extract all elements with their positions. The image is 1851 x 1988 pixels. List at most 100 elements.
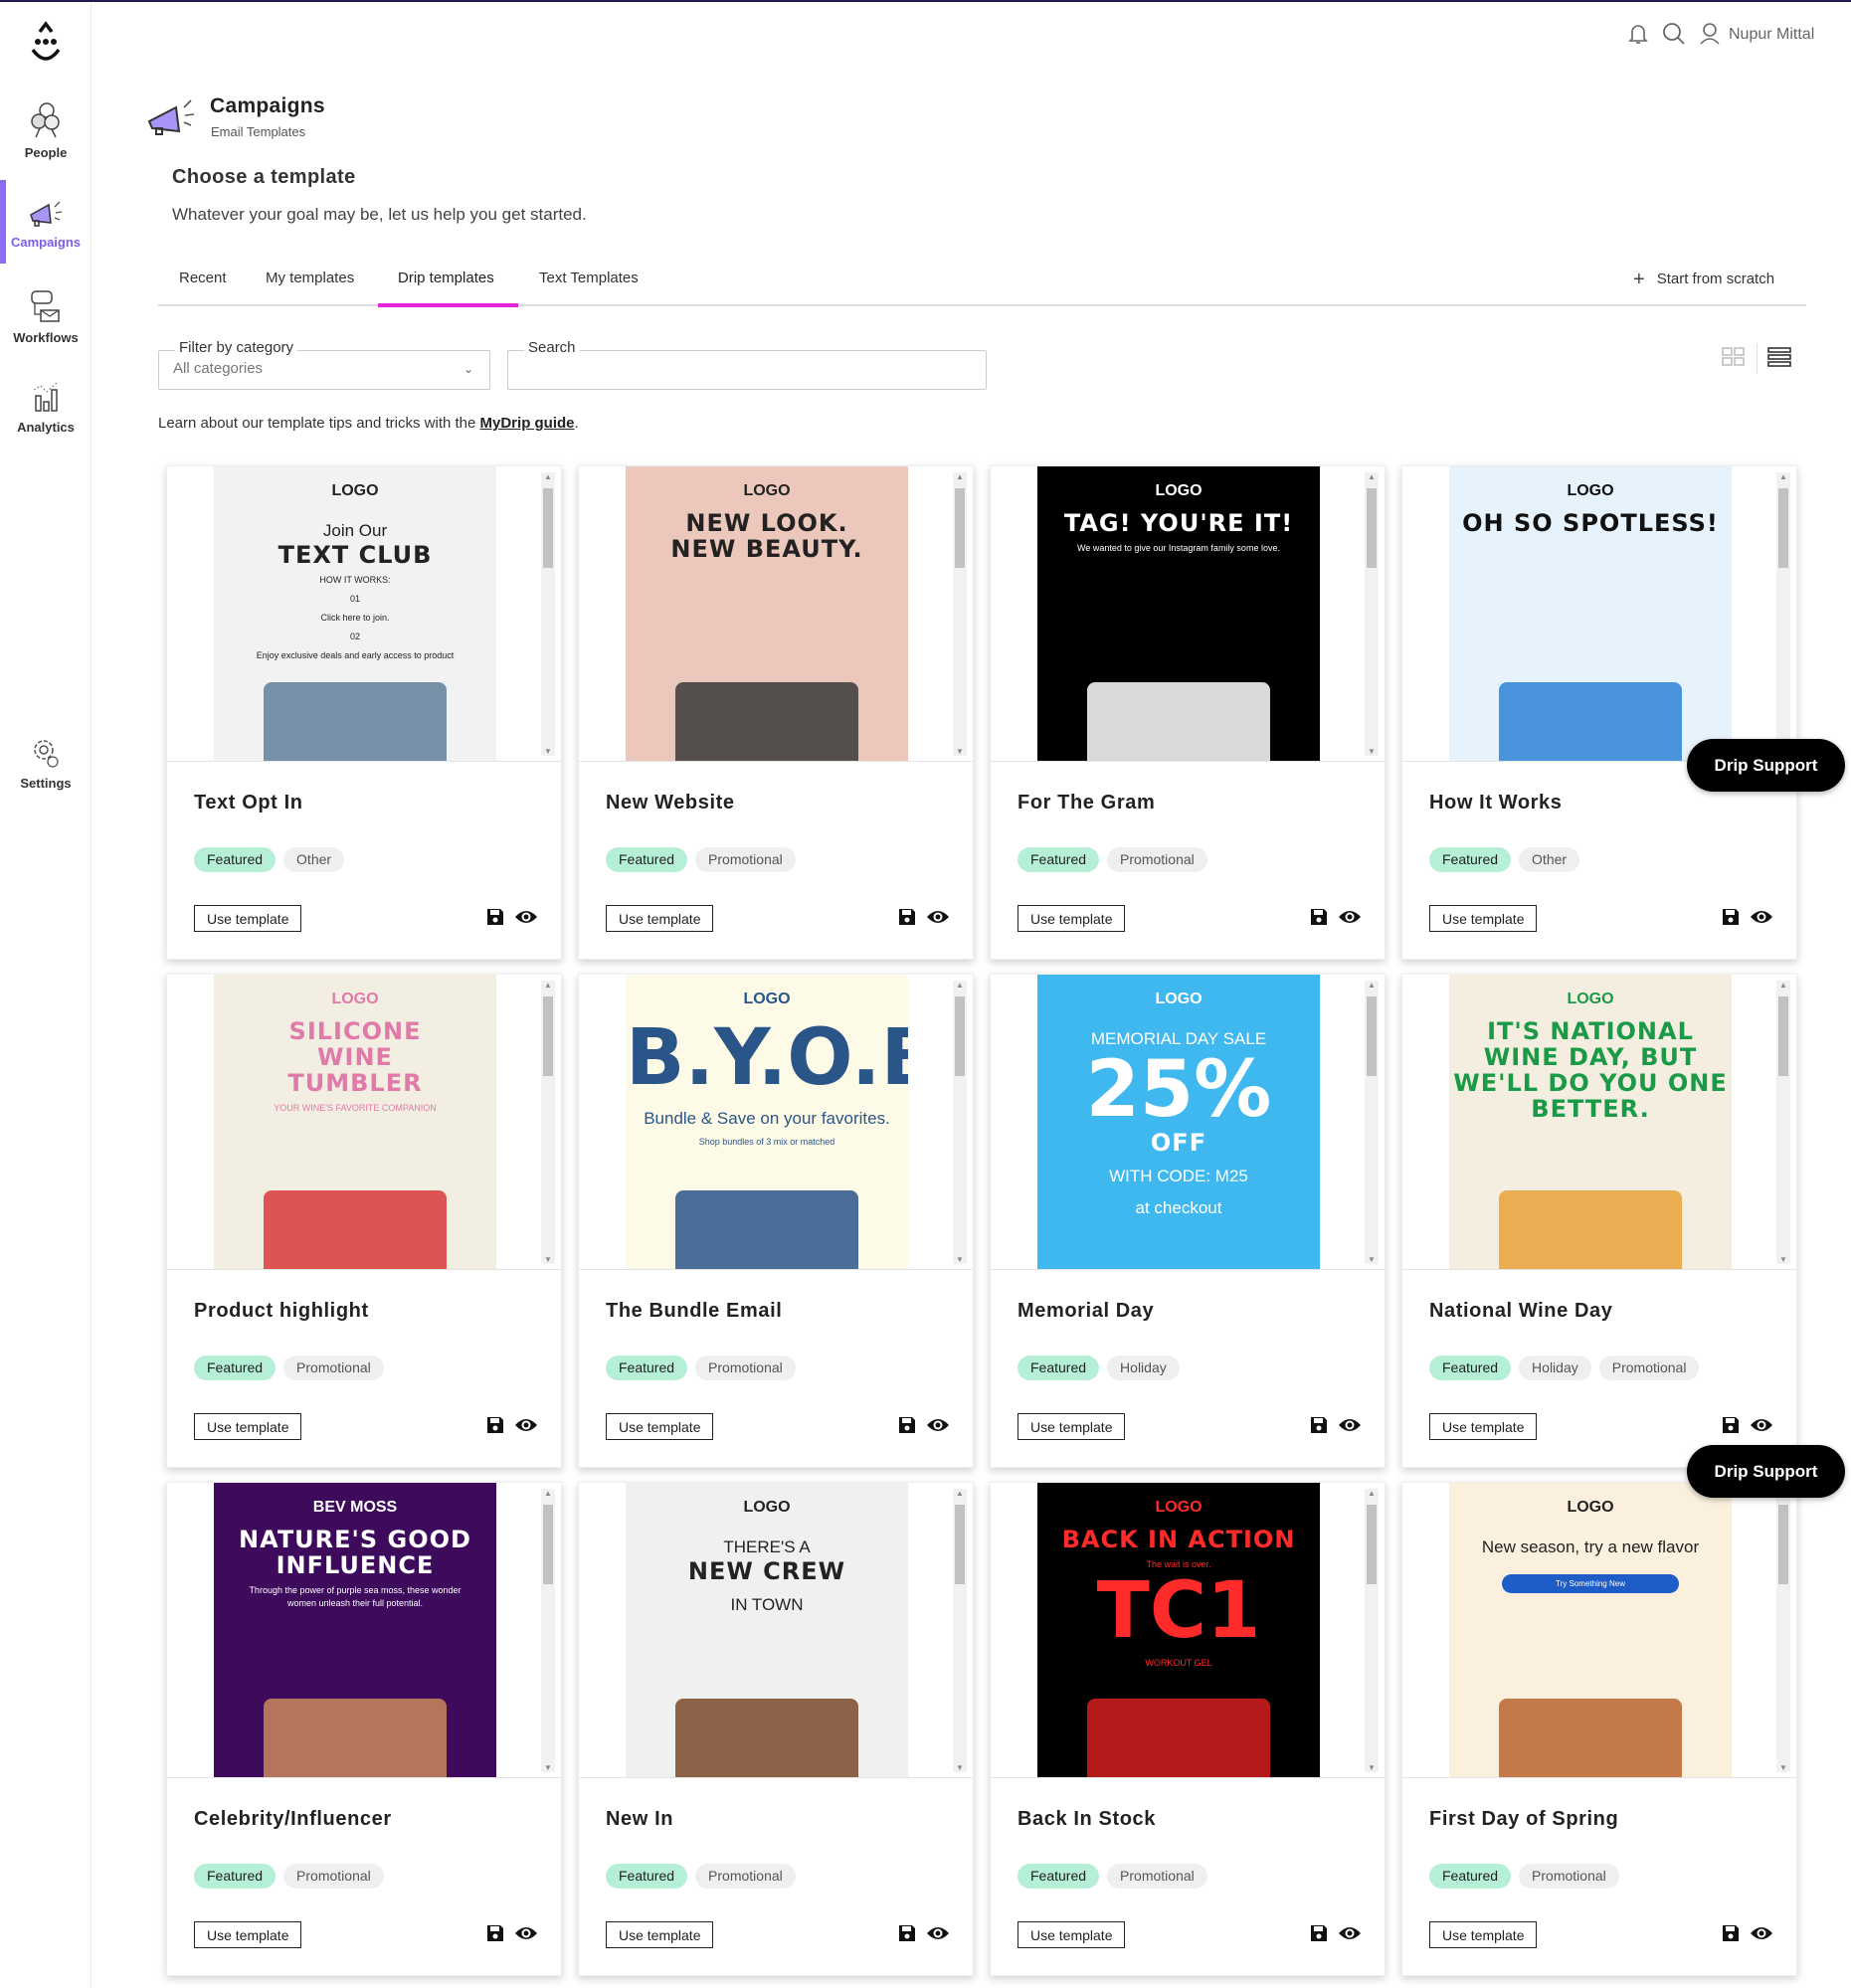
scroll-down-icon[interactable]: ▼ — [1365, 1763, 1379, 1772]
scroll-up-icon[interactable]: ▲ — [953, 1489, 967, 1498]
preview-scrollbar[interactable]: ▲▼ — [541, 981, 555, 1264]
scrollbar-thumb[interactable] — [955, 996, 965, 1076]
scroll-down-icon[interactable]: ▼ — [541, 1255, 555, 1264]
app-logo[interactable] — [26, 20, 66, 66]
save-icon[interactable] — [485, 1415, 505, 1435]
scroll-up-icon[interactable]: ▲ — [1365, 981, 1379, 990]
save-icon[interactable] — [897, 1415, 917, 1435]
scrollbar-thumb[interactable] — [955, 488, 965, 568]
user-icon[interactable] — [1699, 22, 1721, 46]
template-preview[interactable]: LOGO OH SO SPOTLESS! ▲▼ — [1402, 466, 1796, 762]
preview-scrollbar[interactable]: ▲▼ — [953, 472, 967, 756]
template-preview[interactable]: LOGO NEW LOOK. NEW BEAUTY. ▲ ▼ — [579, 466, 973, 762]
preview-eye-icon[interactable] — [1338, 1417, 1362, 1433]
save-icon[interactable] — [1721, 1923, 1741, 1943]
use-template-button[interactable]: Use template — [1429, 1413, 1538, 1440]
scroll-down-icon[interactable]: ▼ — [953, 1255, 967, 1264]
use-template-button[interactable]: Use template — [194, 905, 302, 932]
list-view-icon[interactable] — [1767, 346, 1791, 368]
use-template-button[interactable]: Use template — [194, 1413, 302, 1440]
drip-support-button[interactable]: Drip Support — [1687, 739, 1845, 792]
scroll-down-icon[interactable]: ▼ — [1365, 1255, 1379, 1264]
scrollbar-thumb[interactable] — [1367, 996, 1377, 1076]
scrollbar-thumb[interactable] — [1367, 1505, 1377, 1584]
tab-my-templates[interactable]: My templates — [266, 270, 354, 286]
template-preview[interactable]: BEV MOSS NATURE'S GOOD INFLUENCE Through t… — [167, 1483, 561, 1778]
scroll-up-icon[interactable]: ▲ — [1776, 981, 1790, 990]
scroll-down-icon[interactable]: ▼ — [541, 747, 555, 756]
preview-scrollbar[interactable]: ▲▼ — [1776, 1489, 1790, 1772]
save-icon[interactable] — [485, 1923, 505, 1943]
preview-scrollbar[interactable]: ▲▼ — [541, 1489, 555, 1772]
preview-scrollbar[interactable]: ▲▼ — [953, 981, 967, 1264]
scroll-down-icon[interactable]: ▼ — [1365, 747, 1379, 756]
preview-eye-icon[interactable] — [926, 1925, 950, 1941]
preview-eye-icon[interactable] — [1750, 1925, 1773, 1941]
preview-scrollbar[interactable]: ▲▼ — [1776, 981, 1790, 1264]
preview-scrollbar[interactable]: ▲▼ — [541, 472, 555, 756]
scrollbar-thumb[interactable] — [543, 1505, 553, 1584]
sidebar-item-campaigns[interactable]: Campaigns — [0, 199, 92, 250]
save-icon[interactable] — [1309, 907, 1329, 927]
grid-view-icon[interactable] — [1722, 346, 1746, 368]
search-input[interactable]: Search — [507, 339, 987, 390]
preview-scrollbar[interactable]: ▲▼ — [953, 1489, 967, 1772]
template-preview[interactable]: LOGO BACK IN ACTION The wait is over. TC1 WO… — [991, 1483, 1385, 1778]
scroll-down-icon[interactable]: ▼ — [953, 747, 967, 756]
scrollbar-thumb[interactable] — [543, 996, 553, 1076]
template-preview[interactable]: LOGO SILICONE WINE TUMBLER YOUR WINE'S FAVOR… — [167, 975, 561, 1270]
mydrip-guide-link[interactable]: MyDrip guide — [480, 415, 575, 432]
use-template-button[interactable]: Use template — [194, 1921, 302, 1948]
save-icon[interactable] — [1721, 907, 1741, 927]
tab-drip-templates[interactable]: Drip templates — [398, 270, 494, 286]
scrollbar-thumb[interactable] — [1367, 488, 1377, 568]
scroll-up-icon[interactable]: ▲ — [541, 472, 555, 481]
start-from-scratch-button[interactable]: + Start from scratch — [1633, 269, 1774, 291]
preview-eye-icon[interactable] — [926, 1417, 950, 1433]
template-preview[interactable]: LOGO MEMORIAL DAY SALE 25% OFF WITH CODE: M2… — [991, 975, 1385, 1270]
sidebar-item-workflows[interactable]: Workflows — [0, 288, 92, 345]
scrollbar-thumb[interactable] — [1778, 996, 1788, 1076]
preview-scrollbar[interactable]: ▲▼ — [1365, 1489, 1379, 1772]
scroll-up-icon[interactable]: ▲ — [953, 472, 967, 481]
template-preview[interactable]: LOGO THERE'S A NEW CREW IN TOWN ▲ ▼ — [579, 1483, 973, 1778]
preview-eye-icon[interactable] — [926, 909, 950, 925]
template-preview[interactable]: LOGO TAG! YOU'RE IT! We wanted to give our… — [991, 466, 1385, 762]
scroll-down-icon[interactable]: ▼ — [953, 1763, 967, 1772]
scroll-up-icon[interactable]: ▲ — [953, 981, 967, 990]
preview-scrollbar[interactable]: ▲▼ — [1365, 981, 1379, 1264]
user-name[interactable]: Nupur Mittal — [1729, 26, 1814, 44]
sidebar-item-analytics[interactable]: Analytics — [0, 380, 92, 435]
save-icon[interactable] — [897, 907, 917, 927]
tab-recent[interactable]: Recent — [179, 270, 227, 286]
scrollbar-thumb[interactable] — [955, 1505, 965, 1584]
template-preview[interactable]: LOGO Join Our TEXT CLUB HOW IT WORKS: 01 Clic… — [167, 466, 561, 762]
use-template-button[interactable]: Use template — [1018, 905, 1126, 932]
sidebar-item-settings[interactable]: Settings — [0, 736, 92, 791]
scroll-up-icon[interactable]: ▲ — [541, 981, 555, 990]
template-preview[interactable]: LOGO New season, try a new flavor Try Some… — [1402, 1483, 1796, 1778]
preview-eye-icon[interactable] — [514, 1417, 538, 1433]
bell-icon[interactable] — [1627, 22, 1649, 46]
scroll-down-icon[interactable]: ▼ — [1776, 1255, 1790, 1264]
use-template-button[interactable]: Use template — [606, 1921, 714, 1948]
scroll-up-icon[interactable]: ▲ — [541, 1489, 555, 1498]
preview-eye-icon[interactable] — [514, 909, 538, 925]
category-filter-select[interactable]: Filter by category All categories ⌄ — [158, 339, 490, 390]
save-icon[interactable] — [1309, 1415, 1329, 1435]
sidebar-item-people[interactable]: People — [0, 101, 92, 160]
save-icon[interactable] — [897, 1923, 917, 1943]
tab-text-templates[interactable]: Text Templates — [539, 270, 639, 286]
use-template-button[interactable]: Use template — [606, 905, 714, 932]
preview-eye-icon[interactable] — [514, 1925, 538, 1941]
save-icon[interactable] — [1721, 1415, 1741, 1435]
template-preview[interactable]: LOGO B.Y.O.B Bundle & Save on your favorit… — [579, 975, 973, 1270]
preview-scrollbar[interactable]: ▲▼ — [1365, 472, 1379, 756]
save-icon[interactable] — [1309, 1923, 1329, 1943]
preview-eye-icon[interactable] — [1750, 1417, 1773, 1433]
scrollbar-thumb[interactable] — [1778, 1505, 1788, 1584]
scroll-up-icon[interactable]: ▲ — [1776, 472, 1790, 481]
preview-eye-icon[interactable] — [1750, 909, 1773, 925]
save-icon[interactable] — [485, 907, 505, 927]
preview-scrollbar[interactable]: ▲▼ — [1776, 472, 1790, 756]
